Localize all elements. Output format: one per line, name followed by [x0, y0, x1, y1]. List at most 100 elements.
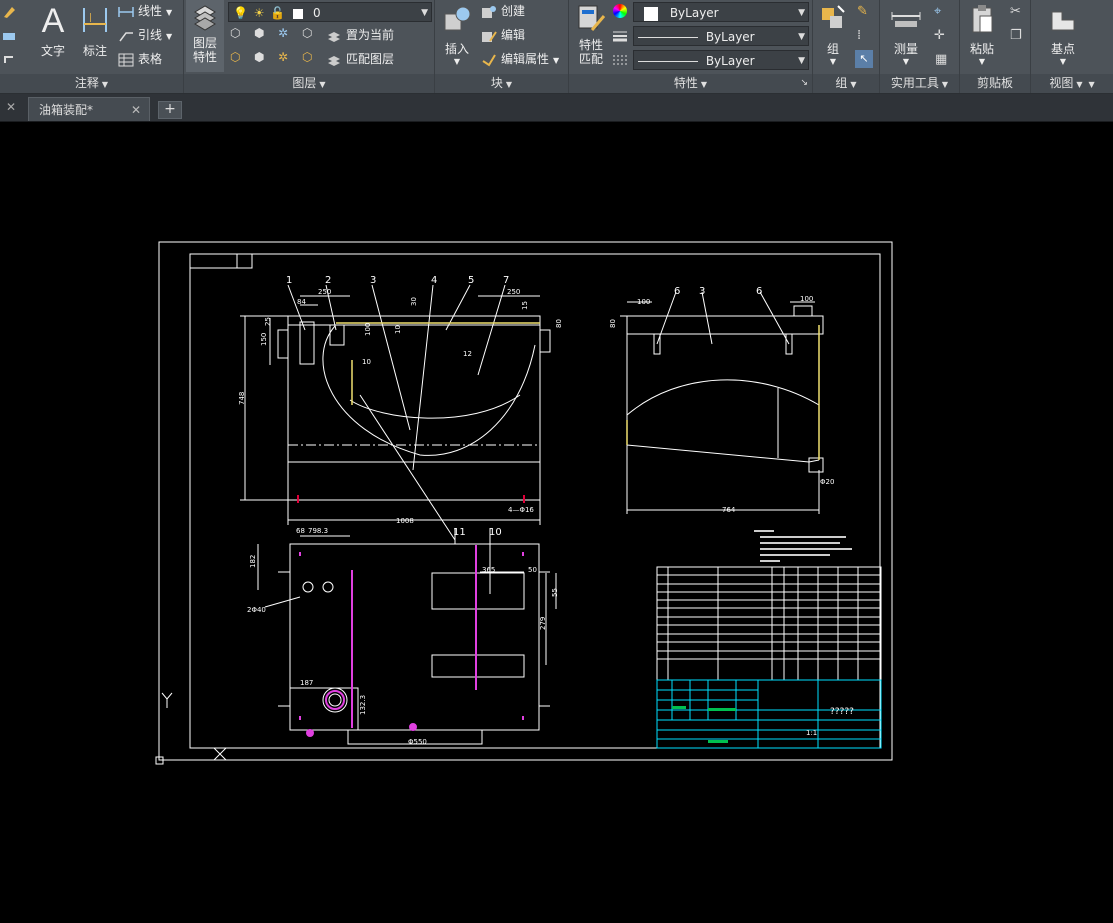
- ribbon: A 文字 | 标注 线性 ▼ 引线 ▼ 表格 注释 ▼ 图层 特性 💡 ☀ 🔓 …: [0, 0, 1113, 94]
- chevron-down-icon: ▼: [798, 56, 805, 66]
- cut-icon[interactable]: ✂: [1010, 4, 1021, 19]
- dim-label: 30: [410, 297, 418, 306]
- drawing-number-box: [189, 253, 253, 269]
- dim-label: 12: [463, 350, 472, 358]
- balloon-label: 3: [370, 275, 376, 286]
- layer-walk-icon[interactable]: ⬡: [230, 50, 240, 64]
- layer-off-icon[interactable]: ⬢: [254, 26, 264, 40]
- model-space-canvas[interactable]: 1 2 3 4 5 7 6 3 6 11 10 250 250 84 30 15 80 100 150 25 10 10 1…: [0, 122, 1113, 923]
- chevron-down-icon: ▼: [798, 8, 805, 18]
- group-select-icon[interactable]: ↖: [855, 50, 873, 68]
- file-tab-active[interactable]: 油箱装配* ✕: [28, 97, 150, 121]
- linetype-dropdown[interactable]: ByLayer ▼: [633, 50, 809, 70]
- layers-panel-title[interactable]: 图层 ▼: [184, 74, 434, 93]
- annotation-panel: A 文字 | 标注 线性 ▼ 引线 ▼ 表格 注释 ▼: [0, 0, 184, 93]
- dim-label: 4—Φ16: [508, 506, 534, 514]
- match-layer-button[interactable]: 匹配图层: [326, 49, 394, 69]
- view-panel: 基点 ▼ 视图 ▼ ▼: [1031, 0, 1113, 93]
- balloon-label: 1: [286, 275, 292, 286]
- dimension-button[interactable]: | 标注: [76, 2, 114, 59]
- linear-icon: [118, 5, 134, 19]
- dim-label: 132.3: [359, 695, 367, 715]
- pencil-icon[interactable]: [2, 4, 16, 18]
- lineweight-sample: [638, 37, 698, 38]
- properties-panel-title[interactable]: 特性 ▼ ↘: [569, 74, 812, 93]
- layer-tools-row1: ⬡ ⬢ ✲ ⬡: [228, 26, 324, 46]
- undo-icon[interactable]: [2, 52, 16, 66]
- block-panel: 插入 ▼ 创建 编辑 编辑属性 ▼ 块 ▼: [435, 0, 569, 93]
- create-block-button[interactable]: 创建: [481, 1, 525, 21]
- clipboard-panel-title[interactable]: 剪贴板: [960, 74, 1030, 93]
- match-properties-button[interactable]: 特性 匹配: [573, 2, 609, 66]
- view-panel-title[interactable]: 视图 ▼ ▼: [1031, 74, 1113, 93]
- layer-unisolate-icon[interactable]: ⬢: [254, 50, 264, 64]
- point-style-icon[interactable]: ✛: [934, 28, 945, 43]
- dialog-launcher-icon[interactable]: ↘: [800, 74, 808, 93]
- clipboard-panel: 粘贴 ▼ ✂ ❐ 剪贴板: [960, 0, 1031, 93]
- edit-attributes-label: 编辑属性: [501, 52, 550, 66]
- layer-properties-line2: 特性: [192, 50, 217, 64]
- dim-label: Φ20: [820, 478, 834, 486]
- edit-attributes-button[interactable]: 编辑属性 ▼: [481, 49, 559, 69]
- text-button[interactable]: A 文字: [34, 2, 72, 59]
- dim-label: 100: [637, 298, 650, 306]
- block-title-text: 块: [490, 76, 503, 90]
- layer-properties-button[interactable]: 图层 特性: [186, 0, 224, 72]
- group-button[interactable]: 组 ▼: [817, 2, 849, 66]
- dim-label: 2Φ40: [247, 606, 266, 614]
- table-button[interactable]: 表格: [118, 49, 162, 69]
- leader-label: 引线: [138, 28, 163, 42]
- id-point-icon[interactable]: ⌖: [934, 4, 941, 19]
- ungroup-icon[interactable]: ✎: [857, 4, 868, 19]
- drawing-sheet[interactable]: 1 2 3 4 5 76 3 611 10250 25084 30 15801001502510101…: [0, 122, 1113, 923]
- paste-button[interactable]: 粘贴 ▼: [964, 2, 1000, 66]
- balloon-label: 5: [468, 275, 474, 286]
- linear-button[interactable]: 线性 ▼: [118, 1, 172, 21]
- color-dropdown[interactable]: ByLayer ▼: [633, 2, 809, 22]
- panel-menu-icon[interactable]: ▼: [1089, 80, 1095, 89]
- groups-panel-title[interactable]: 组 ▼: [813, 74, 879, 93]
- front-view-red-marks: [297, 495, 525, 503]
- measure-label: 测量: [893, 42, 918, 56]
- tab-close-icon[interactable]: ✕: [131, 98, 141, 122]
- close-icon[interactable]: ✕: [6, 100, 16, 114]
- table-label: 表格: [138, 52, 163, 66]
- dim-label: 250: [507, 288, 520, 296]
- dim-label: 279: [539, 617, 547, 630]
- linear-label: 线性: [138, 4, 163, 18]
- copy-icon[interactable]: ❐: [1010, 28, 1022, 43]
- layer-freeze-icon[interactable]: ✲: [278, 26, 288, 40]
- dim-label: 150: [260, 333, 268, 346]
- set-current-label: 置为当前: [346, 28, 395, 42]
- insert-button[interactable]: 插入 ▼: [439, 2, 475, 66]
- title-block-green-fills: [672, 706, 736, 743]
- leader-button[interactable]: 引线 ▼: [118, 25, 172, 45]
- layer-thaw-icon[interactable]: ✲: [278, 50, 288, 64]
- calculator-icon[interactable]: ▦: [935, 52, 947, 67]
- layer-unlock-icon[interactable]: ⬡: [302, 50, 312, 64]
- edit-block-button[interactable]: 编辑: [481, 25, 525, 45]
- match-properties-line2: 匹配: [578, 52, 603, 66]
- utilities-panel-title[interactable]: 实用工具 ▼: [880, 74, 959, 93]
- dim-label: 84: [297, 298, 306, 306]
- dim-label: 365: [482, 566, 495, 574]
- sheet-inner-border: [189, 253, 881, 749]
- measure-button[interactable]: 测量 ▼: [886, 2, 926, 66]
- dim-label: 748: [238, 392, 246, 405]
- layer-isolate-icon[interactable]: ⬡: [230, 26, 240, 40]
- view-title-text: 视图: [1049, 76, 1074, 90]
- base-point-button[interactable]: 基点 ▼: [1043, 2, 1083, 66]
- block-panel-title[interactable]: 块 ▼: [435, 74, 568, 93]
- color-wheel-icon: [613, 4, 627, 18]
- layer-stack-icon: [191, 0, 219, 34]
- erase-icon[interactable]: [2, 28, 16, 42]
- annotation-panel-title[interactable]: 注释 ▼: [0, 74, 183, 93]
- linetype-value: ByLayer: [705, 54, 755, 68]
- layer-dropdown[interactable]: 💡 ☀ 🔓 0 ▼: [228, 2, 432, 22]
- layer-lock-icon[interactable]: ⬡: [302, 26, 312, 40]
- new-tab-button[interactable]: +: [158, 101, 182, 119]
- lineweight-dropdown[interactable]: ByLayer ▼: [633, 26, 809, 46]
- set-current-layer-button[interactable]: 置为当前: [326, 25, 394, 45]
- text-icon: A: [41, 2, 65, 40]
- group-edit-icon[interactable]: ⁞: [857, 28, 861, 43]
